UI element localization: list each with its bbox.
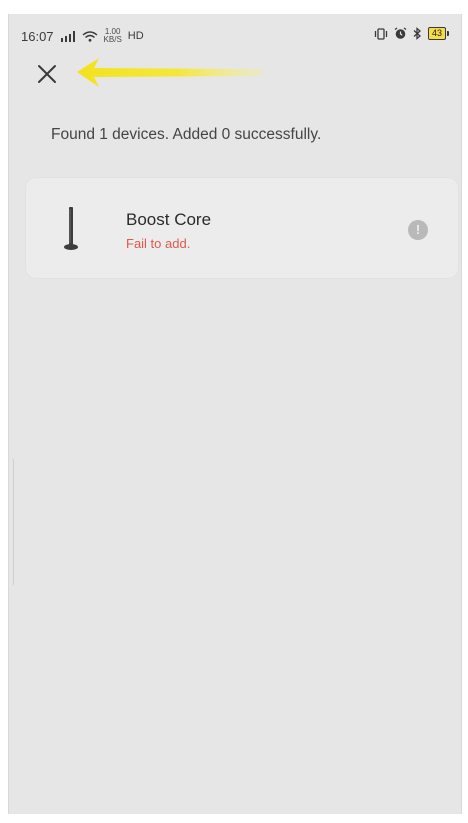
status-time: 16:07 [21,28,54,44]
device-status: Fail to add. [126,236,191,251]
device-thumbnail-icon [64,207,78,250]
network-speed: 1.00 KB/S [104,28,122,44]
edge-swipe-handle[interactable] [9,458,14,586]
battery-level: 43 [427,27,446,40]
vibrate-icon [374,27,388,40]
warning-icon[interactable]: ! [408,220,428,240]
battery-indicator: 43 [427,27,449,40]
annotation-arrow-icon [77,58,262,87]
wifi-icon [82,30,98,42]
app-screen: 16:07 1.00 KB/S HD 43 Found 1 devices. A… [8,14,462,814]
status-bar: 16:07 1.00 KB/S HD 43 [9,14,461,50]
battery-tip [447,31,449,36]
hd-indicator: HD [127,30,144,42]
bluetooth-icon [413,27,421,40]
status-right: 43 [374,27,449,40]
device-name: Boost Core [126,210,212,229]
cellular-signal-icon [60,30,75,42]
status-left: 16:07 1.00 KB/S HD [21,28,144,44]
scan-summary-text: Found 1 devices. Added 0 successfully. [51,126,322,143]
alarm-icon [394,27,407,39]
close-icon[interactable] [35,62,59,86]
device-card[interactable]: Boost Core Fail to add. ! [26,178,458,278]
network-speed-unit: KB/S [103,35,122,44]
